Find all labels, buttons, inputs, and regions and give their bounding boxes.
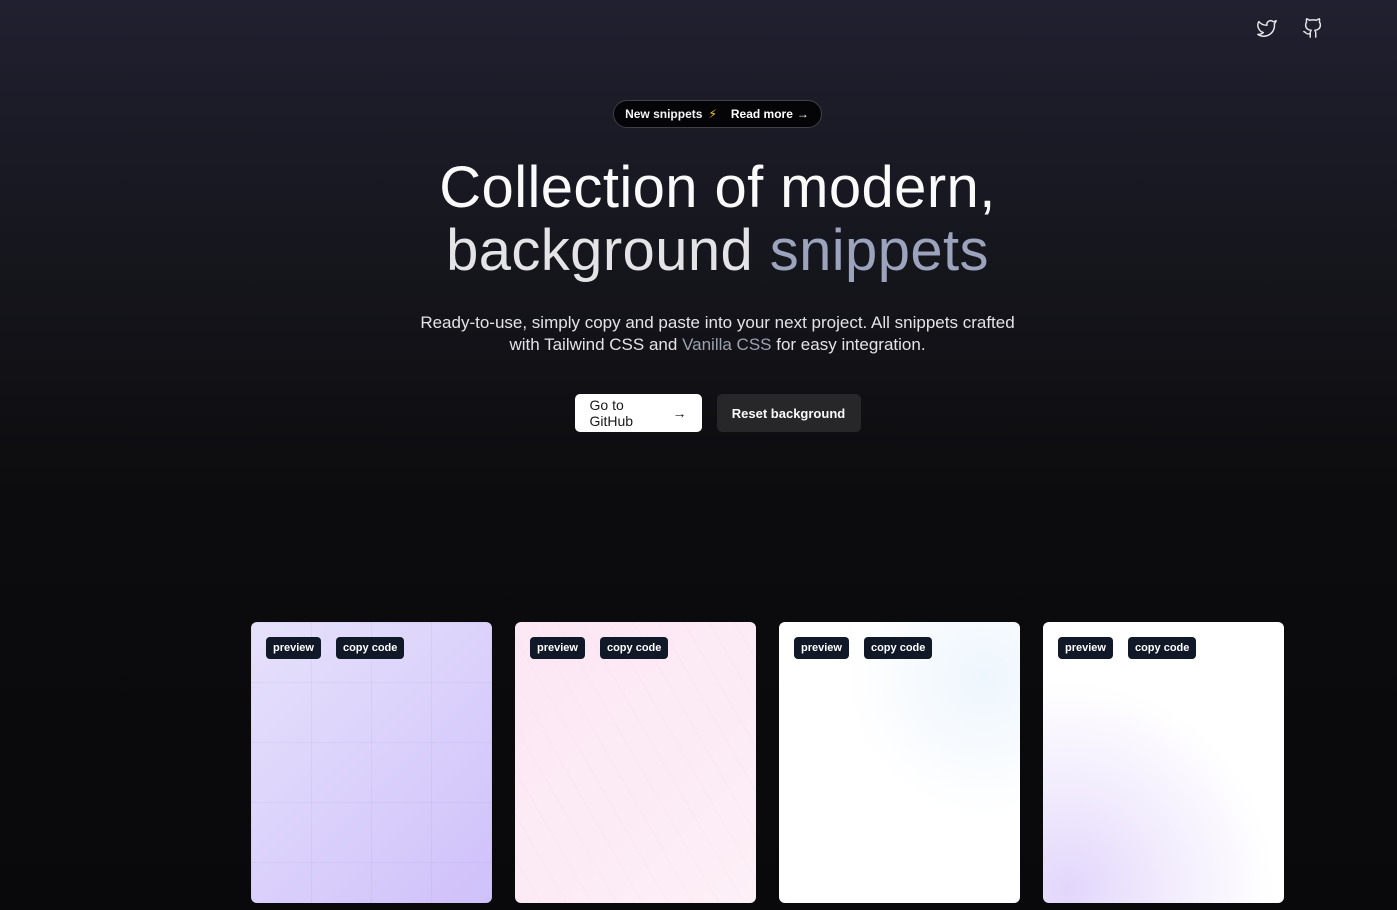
copy-code-button[interactable]: copy code: [1127, 637, 1197, 659]
reset-background-button[interactable]: Reset background: [716, 394, 861, 432]
go-to-github-button[interactable]: Go to GitHub →: [574, 394, 702, 432]
page-title: Collection of modern, background snippet…: [439, 156, 995, 282]
read-more-link[interactable]: Read more →: [731, 107, 809, 121]
top-nav: [1255, 16, 1325, 40]
announcement-text: New snippets: [625, 107, 703, 121]
hero-subtitle: Ready-to-use, simply copy and paste into…: [408, 312, 1028, 356]
card-actions: preview copy code: [794, 637, 933, 659]
snippet-cards: preview copy code preview copy code prev…: [251, 622, 1284, 903]
title-word-background: background: [446, 218, 754, 283]
title-line-2: background snippets: [439, 219, 995, 282]
copy-code-button[interactable]: copy code: [863, 637, 933, 659]
github-icon[interactable]: [1301, 16, 1325, 40]
snippet-card[interactable]: preview copy code: [1043, 622, 1284, 903]
subtitle-text-2: for easy integration.: [776, 335, 926, 354]
arrow-right-icon: →: [672, 405, 687, 421]
twitter-icon[interactable]: [1255, 16, 1279, 40]
title-word-snippets: snippets: [769, 218, 989, 283]
snippet-card[interactable]: preview copy code: [251, 622, 492, 903]
copy-code-button[interactable]: copy code: [335, 637, 405, 659]
hero-actions: Go to GitHub → Reset background: [574, 394, 861, 432]
copy-code-button[interactable]: copy code: [599, 637, 669, 659]
title-line-1: Collection of modern,: [439, 155, 996, 220]
hero-section: New snippets ⚡ Read more → Collection of…: [0, 100, 1397, 432]
card-actions: preview copy code: [1058, 637, 1197, 659]
lightning-icon: ⚡: [708, 107, 717, 121]
card-actions: preview copy code: [530, 637, 669, 659]
preview-button[interactable]: preview: [794, 637, 849, 659]
read-more-label: Read more: [730, 107, 793, 121]
preview-button[interactable]: preview: [266, 637, 321, 659]
card-actions: preview copy code: [266, 637, 405, 659]
preview-button[interactable]: preview: [1058, 637, 1113, 659]
snippet-card[interactable]: preview copy code: [515, 622, 756, 903]
preview-button[interactable]: preview: [530, 637, 585, 659]
go-to-github-label: Go to GitHub: [589, 397, 634, 429]
vanilla-css-link[interactable]: Vanilla CSS: [682, 335, 771, 354]
snippet-card[interactable]: preview copy code: [779, 622, 1020, 903]
announcement-pill: New snippets ⚡ Read more →: [613, 100, 822, 128]
arrow-right-icon: →: [796, 107, 809, 121]
